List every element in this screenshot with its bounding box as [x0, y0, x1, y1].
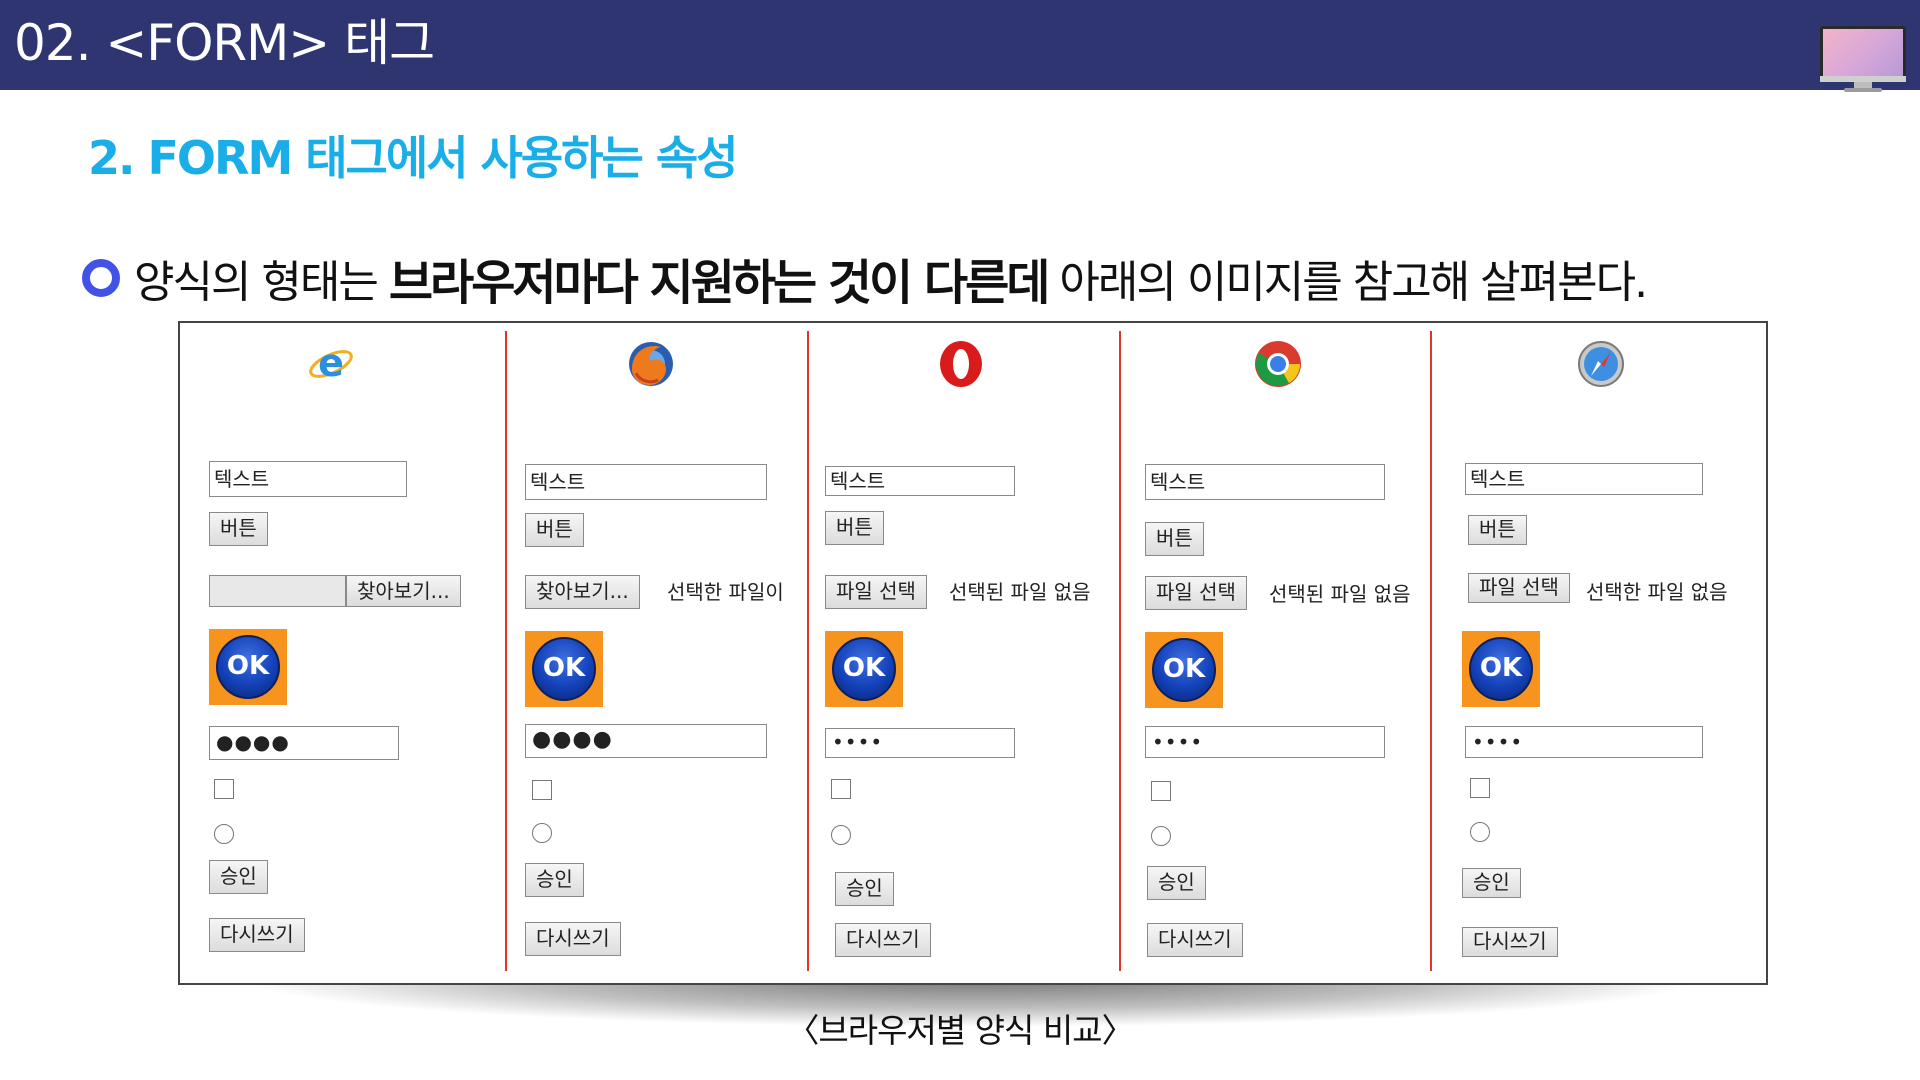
reset-button: 다시쓰기 [1462, 927, 1558, 957]
file-browse-button: 파일 선택 [1468, 573, 1570, 603]
submit-button: 승인 [209, 860, 268, 894]
ok-image-button: OK [825, 631, 903, 707]
checkbox [1470, 778, 1490, 798]
chrome-icon [1255, 341, 1301, 387]
svg-text:e: e [318, 341, 344, 385]
radio-button [214, 824, 234, 844]
button-sample: 버튼 [209, 512, 268, 546]
radio-button [532, 823, 552, 843]
checkbox [831, 779, 851, 799]
text-input: 텍스트 [1145, 464, 1385, 500]
password-input: •••• [1145, 726, 1385, 758]
browser-column-chrome: 텍스트 버튼 파일 선택 선택된 파일 없음 OK •••• 승인 다시쓰기 [1121, 323, 1430, 983]
radio-button [1151, 826, 1171, 846]
browser-column-firefox: 텍스트 버튼 찾아보기... 선택한 파일이 OK ●●●● 승인 다시쓰기 [507, 323, 807, 983]
reset-button: 다시쓰기 [209, 918, 305, 952]
text-input: 텍스트 [825, 466, 1015, 496]
figure-caption: 〈브라우저별 양식 비교〉 [786, 1011, 1134, 1050]
section-subtitle: 2. FORM 태그에서 사용하는 속성 [88, 131, 738, 185]
button-sample: 버튼 [1145, 522, 1204, 556]
checkbox [532, 780, 552, 800]
file-browse-button: 찾아보기... [525, 575, 640, 609]
bullet-text-bold: 브라우저마다 지원하는 것이 다른데 [388, 255, 1051, 311]
header-bar: 02. <FORM> 태그 [0, 0, 1920, 92]
submit-button: 승인 [525, 863, 584, 897]
safari-icon [1578, 341, 1624, 387]
internet-explorer-icon: e [309, 341, 353, 385]
password-input: •••• [825, 728, 1015, 758]
bullet-text-before: 양식의 형태는 [134, 257, 379, 308]
page-title: 02. <FORM> 태그 [14, 14, 435, 72]
file-browse-button: 파일 선택 [825, 575, 927, 609]
ok-label: OK [1479, 653, 1523, 683]
button-sample: 버튼 [525, 513, 584, 547]
ok-label: OK [1162, 654, 1206, 684]
radio-button [1470, 822, 1490, 842]
file-path-field [209, 575, 346, 607]
checkbox [214, 779, 234, 799]
ok-image-button: OK [209, 629, 287, 705]
file-status-text: 선택된 파일 없음 [949, 580, 1091, 604]
ok-image-button: OK [1462, 631, 1540, 707]
reset-button: 다시쓰기 [525, 922, 621, 956]
button-sample: 버튼 [1468, 515, 1527, 545]
file-browse-button: 파일 선택 [1145, 576, 1247, 610]
ok-label: OK [226, 651, 270, 681]
browser-column-opera: 텍스트 버튼 파일 선택 선택된 파일 없음 OK •••• 승인 다시쓰기 [809, 323, 1119, 983]
browser-column-safari: 텍스트 버튼 파일 선택 선택한 파일 없음 OK •••• 승인 다시쓰기 [1432, 323, 1762, 983]
ok-label: OK [842, 653, 886, 683]
button-sample: 버튼 [825, 511, 884, 545]
browser-column-ie: e 텍스트 버튼 찾아보기... OK ●●●● 승인 다시쓰기 [180, 323, 505, 983]
opera-icon [940, 341, 982, 387]
firefox-icon [629, 342, 673, 386]
text-input: 텍스트 [525, 464, 767, 500]
reset-button: 다시쓰기 [1147, 923, 1243, 957]
bullet-line: 양식의 형태는 브라우저마다 지원하는 것이 다른데 아래의 이미지를 참고해 … [82, 248, 1648, 311]
submit-button: 승인 [835, 872, 894, 906]
radio-button [831, 825, 851, 845]
monitor-icon [1820, 26, 1906, 92]
checkbox [1151, 781, 1171, 801]
file-browse-button: 찾아보기... [346, 575, 461, 607]
file-status-text: 선택한 파일 없음 [1586, 580, 1728, 604]
file-status-text: 선택된 파일 없음 [1269, 582, 1411, 606]
text-input: 텍스트 [1465, 463, 1703, 495]
reset-button: 다시쓰기 [835, 923, 931, 957]
submit-button: 승인 [1462, 868, 1521, 898]
file-status-text: 선택한 파일이 [667, 580, 784, 604]
ok-image-button: OK [1145, 632, 1223, 708]
ok-image-button: OK [525, 631, 603, 707]
password-input: •••• [1465, 726, 1703, 758]
password-input: ●●●● [525, 724, 767, 758]
bullet-circle-icon [82, 259, 120, 297]
submit-button: 승인 [1147, 866, 1206, 900]
ok-label: OK [542, 653, 586, 683]
text-input: 텍스트 [209, 461, 407, 497]
password-input: ●●●● [209, 726, 399, 760]
bullet-text-after: 아래의 이미지를 참고해 살펴본다. [1059, 257, 1648, 308]
browser-comparison-figure: e 텍스트 버튼 찾아보기... OK ●●●● 승인 다시쓰기 텍스트 버튼 … [178, 321, 1768, 985]
